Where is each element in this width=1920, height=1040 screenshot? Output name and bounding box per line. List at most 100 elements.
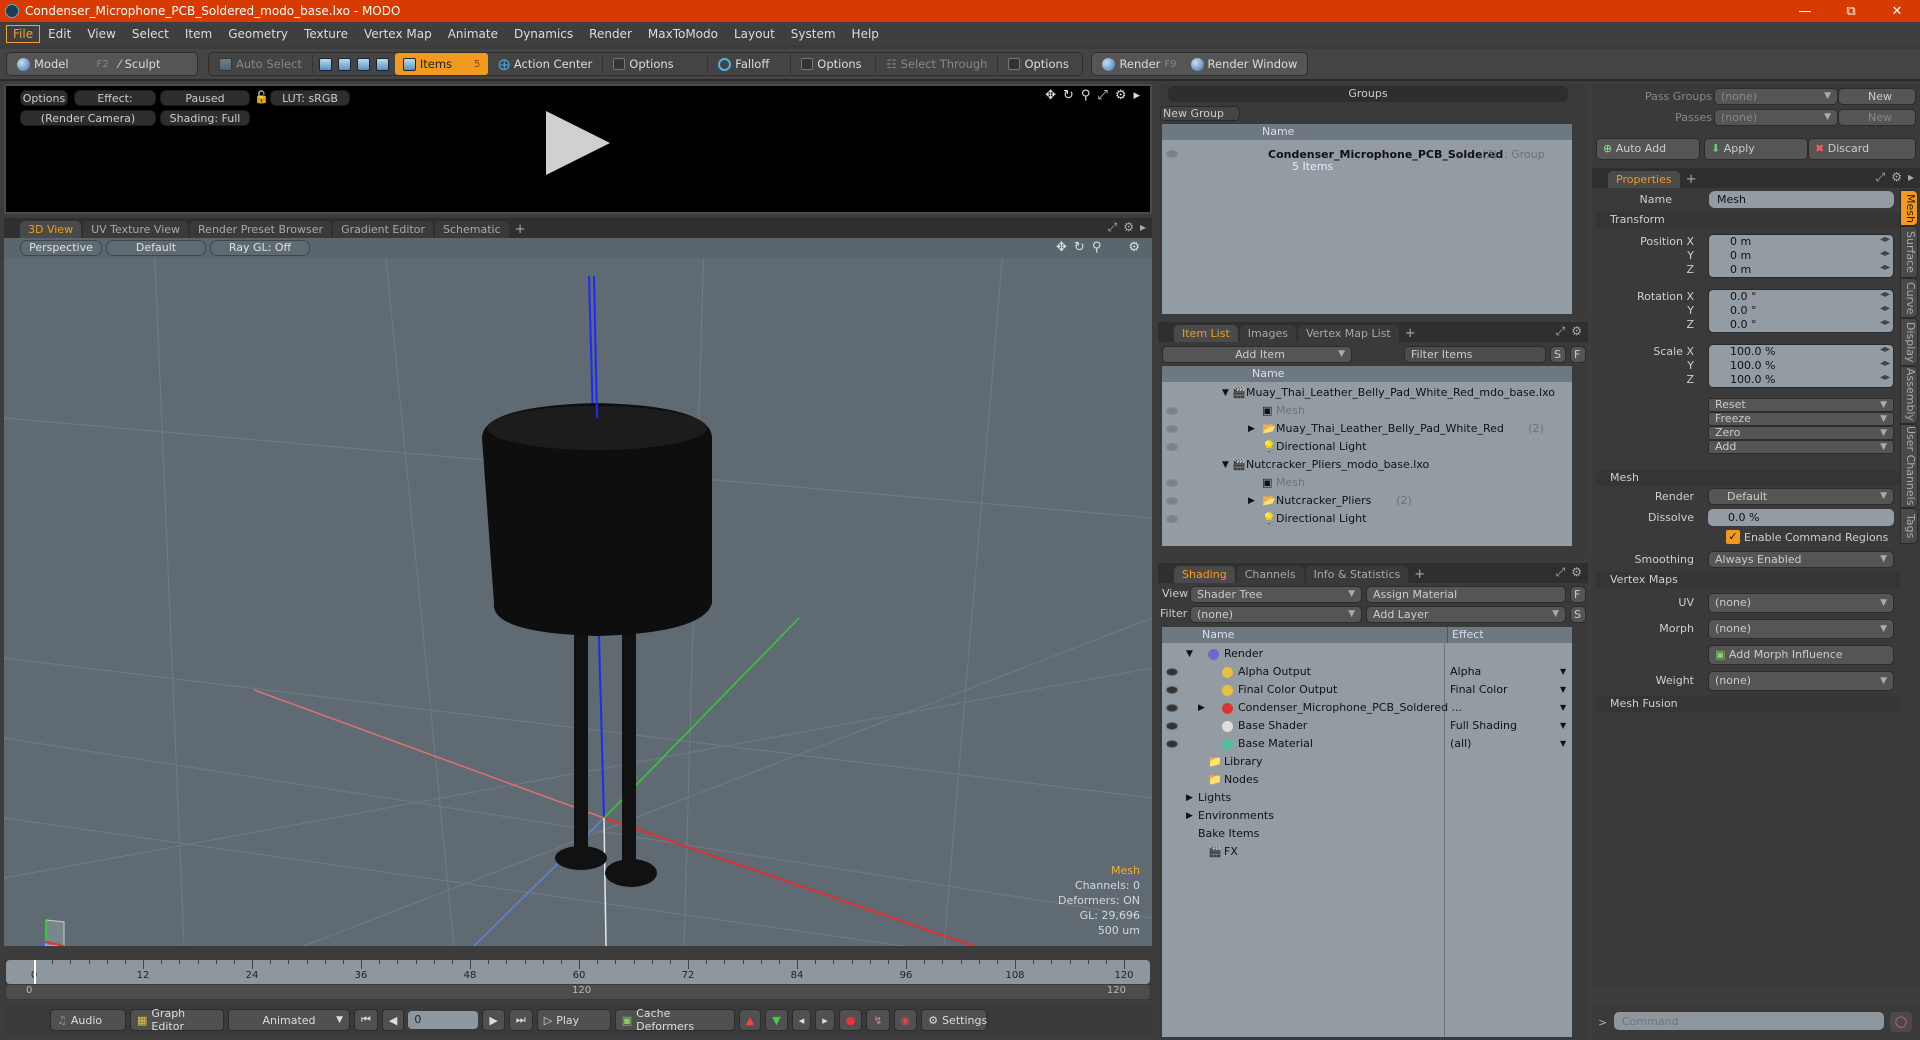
item-row[interactable]: ▶ 📂 Muay_Thai_Leather_Belly_Pad_White_Red (… [1162, 420, 1572, 438]
tab-shading[interactable]: Shading [1174, 566, 1235, 583]
gear-icon[interactable]: ⚙ [1128, 240, 1140, 255]
3d-viewport[interactable]: Perspective Default Ray GL: Off ✥ ↻ ⚲ ⚙ … [4, 238, 1152, 946]
visibility-eye-icon[interactable] [1166, 497, 1178, 505]
add-tab-button[interactable]: + [1682, 171, 1701, 188]
shader-effect[interactable]: (all) [1450, 735, 1471, 753]
tab-gradient-editor[interactable]: Gradient Editor [333, 221, 433, 238]
add-tab-button[interactable]: + [1401, 325, 1420, 342]
menu-animate[interactable]: Animate [440, 25, 506, 43]
chevron-down-icon[interactable]: ▼ [1560, 717, 1566, 735]
play-button[interactable]: ▷ Play [536, 1009, 611, 1031]
position-value-input[interactable]: 0 m [1730, 263, 1751, 276]
apply-button[interactable]: ⬇ Apply [1704, 138, 1808, 160]
f-button[interactable]: F [1570, 586, 1586, 603]
render-button[interactable]: Render F9 [1098, 53, 1180, 75]
add-morph-influence-button[interactable]: ▣ Add Morph Influence [1708, 645, 1894, 665]
maximize-icon[interactable]: ⤢ [1876, 170, 1886, 185]
model-button[interactable]: Model [13, 53, 73, 75]
add-layer-dropdown[interactable]: Add Layer ▼ [1366, 606, 1566, 623]
prev-keyframe-button[interactable]: ◂ [791, 1009, 812, 1031]
uv-dropdown[interactable]: (none) ▼ [1708, 593, 1894, 613]
expand-triangle-icon[interactable]: ▶ [1248, 492, 1255, 510]
add-item-dropdown[interactable]: Add Item ▼ [1162, 346, 1352, 363]
expand-triangle-icon[interactable]: ▶ [1198, 699, 1205, 717]
settings-button[interactable]: ⚙ Settings [921, 1009, 988, 1031]
camera-dropdown[interactable]: (Render Camera) [20, 110, 156, 126]
rotate-icon[interactable]: ↻ [1074, 240, 1085, 255]
auto-add-button[interactable]: ⊕ Auto Add [1596, 138, 1700, 160]
menu-item[interactable]: Item [177, 25, 220, 43]
materials-mode-icon[interactable] [375, 57, 389, 71]
render-window-button[interactable]: Render Window [1187, 53, 1302, 75]
effect-dropdown[interactable]: Effect: (Shadi... [74, 90, 156, 121]
menu-render[interactable]: Render [581, 25, 640, 43]
expand-triangle-icon[interactable]: ▶ [1186, 807, 1193, 825]
key-up-button[interactable]: ▲ [738, 1009, 762, 1031]
command-regions-checkbox[interactable]: ✓ [1726, 530, 1740, 544]
slider-arrows-icon[interactable]: ◂▸ [1880, 303, 1890, 314]
visibility-eye-icon[interactable] [1166, 479, 1178, 487]
tab-item-list[interactable]: Item List [1174, 325, 1238, 342]
transform-add-dropdown[interactable]: Add ▼ [1708, 440, 1894, 454]
tab-images[interactable]: Images [1239, 325, 1296, 342]
mesh-section[interactable]: Mesh [1596, 470, 1900, 486]
filter-dropdown[interactable]: (none) ▼ [1190, 606, 1362, 623]
side-tab-user-channels[interactable]: User Channels [1900, 424, 1918, 508]
render-dropdown[interactable]: Default ▼ [1708, 488, 1894, 505]
side-tab-tags[interactable]: Tags [1900, 508, 1918, 544]
position-value-input[interactable]: 0 m [1730, 235, 1751, 248]
menu-texture[interactable]: Texture [296, 25, 356, 43]
slider-arrows-icon[interactable]: ◂▸ [1880, 262, 1890, 273]
shader-row[interactable]: ▶ Lights [1162, 789, 1572, 807]
restore-button[interactable]: ⧉ [1828, 4, 1874, 19]
tab-vertex-map-list[interactable]: Vertex Map List [1297, 325, 1399, 342]
minimize-button[interactable]: — [1782, 4, 1828, 19]
visibility-eye-icon[interactable] [1166, 515, 1178, 523]
scale-value-input[interactable]: 100.0 % [1730, 345, 1775, 358]
shader-row[interactable]: ▶ Environments [1162, 807, 1572, 825]
pause-toggle[interactable]: Paused [160, 90, 250, 106]
pass-groups-dropdown[interactable]: (none) ▼ [1714, 88, 1838, 105]
record-macro-icon[interactable]: ◯ [1890, 1012, 1912, 1032]
lut-dropdown[interactable]: LUT: sRGB [270, 90, 350, 106]
lock-icon[interactable]: 🔓 [254, 90, 269, 104]
zoom-icon[interactable]: ⚲ [1081, 88, 1091, 103]
shader-row[interactable]: Base Shader Full Shading ▼ [1162, 717, 1572, 735]
shader-row[interactable]: ▼ Render [1162, 645, 1572, 663]
item-row[interactable]: ▣ Mesh [1162, 474, 1572, 492]
prev-key-button[interactable]: ◀ [381, 1009, 405, 1031]
expand-triangle-icon[interactable]: ▶ [1248, 420, 1255, 438]
new-group-button[interactable]: New Group [1160, 106, 1240, 121]
slider-arrows-icon[interactable]: ◂▸ [1880, 358, 1890, 369]
auto-key-button[interactable]: ↯ [866, 1009, 890, 1031]
shader-row[interactable]: 📁 Library [1162, 753, 1572, 771]
menu-geometry[interactable]: Geometry [220, 25, 296, 43]
chevron-right-icon[interactable]: ▸ [1140, 220, 1146, 235]
vertex-maps-section[interactable]: Vertex Maps [1596, 572, 1900, 588]
rotation-value-input[interactable]: 0.0 ° [1730, 304, 1757, 317]
set-key-button[interactable]: ◉ [893, 1009, 918, 1031]
menu-vertex-map[interactable]: Vertex Map [356, 25, 440, 43]
sculpt-button[interactable]: ⁄ Sculpt [115, 53, 165, 75]
falloff-options-button[interactable]: Options [797, 53, 869, 75]
visibility-eye-icon[interactable] [1166, 722, 1178, 730]
add-tab-button[interactable]: + [1410, 566, 1429, 583]
shading-dropdown[interactable]: Shading: Full [160, 110, 250, 126]
discard-button[interactable]: ✖ Discard [1808, 138, 1916, 160]
f-button[interactable]: F [1570, 346, 1586, 363]
visibility-eye-icon[interactable] [1166, 668, 1178, 676]
preview-options-button[interactable]: Options [20, 90, 68, 106]
collapse-triangle-icon[interactable]: ▼ [1222, 384, 1229, 402]
menu-view[interactable]: View [79, 25, 123, 43]
slider-arrows-icon[interactable]: ◂▸ [1880, 234, 1890, 245]
rotation-value-input[interactable]: 0.0 ° [1730, 318, 1757, 331]
tab-schematic[interactable]: Schematic [435, 221, 509, 238]
falloff-button[interactable]: Falloff [714, 53, 784, 75]
assign-material-button[interactable]: Assign Material [1366, 586, 1566, 603]
item-row[interactable]: ▶ 📂 Nutcracker_Pliers (2) [1162, 492, 1572, 510]
maximize-icon[interactable]: ⤢ [1097, 88, 1107, 103]
gear-icon[interactable]: ⚙ [1571, 324, 1582, 339]
collapse-triangle-icon[interactable]: ▼ [1222, 456, 1229, 474]
menu-file[interactable]: File [6, 24, 41, 43]
transform-section[interactable]: Transform [1596, 212, 1900, 228]
